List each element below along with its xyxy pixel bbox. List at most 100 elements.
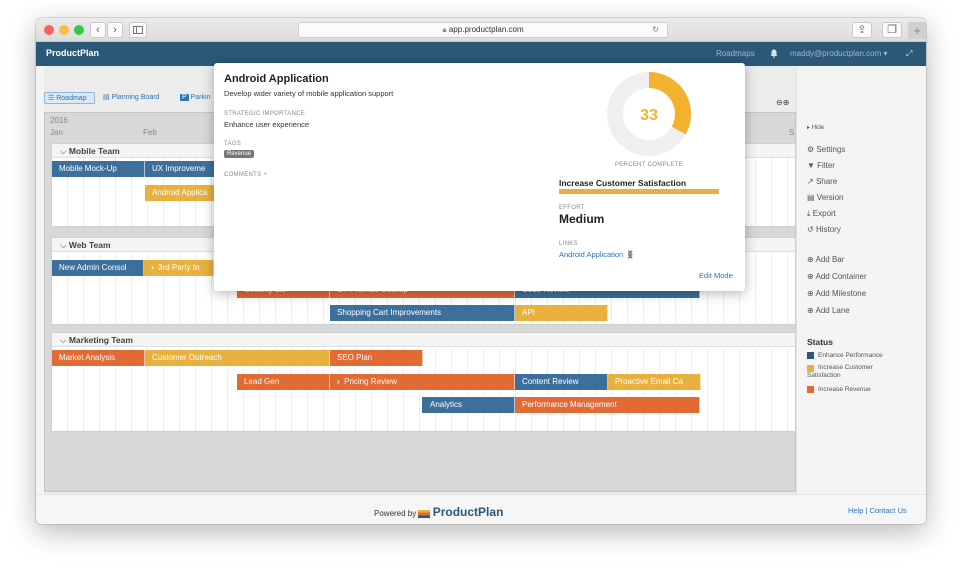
bar-ux-improvements[interactable]: UX Improveme: [145, 161, 215, 177]
version-label: Version: [816, 193, 844, 202]
add-lane-button[interactable]: ⊕ Add Lane: [807, 306, 850, 315]
legend-label: Increase Customer Satisfaction: [807, 364, 873, 379]
reload-icon[interactable]: ↻: [652, 23, 659, 37]
chevron-down-icon: ⌵: [60, 335, 67, 345]
productplan-logo-icon: [418, 509, 431, 518]
lane-header[interactable]: ⌵ Marketing Team: [52, 333, 795, 347]
android-application-link[interactable]: Android Application 🧬︎: [559, 250, 635, 259]
tab-planning-board[interactable]: ▤ Planning Board: [100, 92, 174, 104]
zoom-controls[interactable]: ⊖⊕: [776, 98, 789, 107]
share-icon: ⇪: [857, 24, 867, 36]
jira-icon: 🧬︎: [625, 250, 635, 259]
add-bar-label: Add Bar: [815, 255, 845, 264]
roadmaps-link[interactable]: Roadmaps: [716, 49, 755, 58]
plus-circle-icon: ⊕: [807, 289, 814, 298]
strategic-importance-value: Enhance user experience: [224, 120, 310, 129]
bar-new-admin-console[interactable]: New Admin Consol: [52, 260, 144, 276]
export-button[interactable]: ⤓ Export: [807, 209, 836, 219]
month-label: S: [789, 128, 795, 137]
month-label: Jan: [50, 128, 63, 137]
gear-icon: ⚙: [807, 145, 815, 154]
hide-label: Hide: [811, 125, 825, 131]
address-bar[interactable]: 🔒︎ app.productplan.com ↻: [298, 22, 668, 38]
legend-swatch: [807, 352, 814, 359]
popup-description: Develop wider variety of mobile applicat…: [224, 89, 394, 98]
parking-icon: P: [180, 94, 189, 101]
tabs-button[interactable]: ❐: [882, 22, 902, 38]
zoom-in-icon[interactable]: ⊕: [783, 98, 790, 107]
bar-3rd-party-integrations[interactable]: › 3rd Party In: [144, 260, 214, 276]
bar-seo-plan[interactable]: SEO Plan: [330, 350, 423, 366]
bar-market-analysis[interactable]: Market Analysis: [52, 350, 145, 366]
tab-parking-lot[interactable]: P Parkin: [177, 92, 215, 104]
bar-shopping-cart-improvements[interactable]: Shopping Cart Improvements: [330, 305, 515, 321]
share-icon: ↗: [807, 177, 814, 186]
comments-label[interactable]: COMMENTS +: [224, 172, 267, 178]
bar-proactive-email-campaign[interactable]: Proactive Email Ca: [608, 374, 701, 390]
tab-planning-label: Planning Board: [111, 94, 160, 101]
footer-brand[interactable]: ProductPlan: [433, 505, 504, 519]
bar-customer-outreach[interactable]: Customer Outreach: [145, 350, 330, 366]
add-milestone-button[interactable]: ⊕ Add Milestone: [807, 289, 866, 298]
edit-mode-button[interactable]: Edit Mode: [699, 271, 733, 280]
percent-complete-label: PERCENT COMPLETE: [614, 162, 684, 168]
bar-mobile-mockup[interactable]: Mobile Mock-Up: [52, 161, 145, 177]
bar-performance-management[interactable]: Performance Management: [515, 397, 700, 413]
back-button[interactable]: ‹: [90, 22, 106, 38]
add-container-label: Add Container: [815, 272, 867, 281]
status-legend-title: Status: [807, 337, 833, 347]
history-button[interactable]: ↺ History: [807, 225, 841, 234]
minimize-window-button[interactable]: [59, 25, 69, 35]
bar-pricing-review[interactable]: › Pricing Review: [330, 374, 515, 390]
chevron-right-icon: ›: [151, 263, 154, 272]
download-icon: ⤓: [807, 209, 811, 218]
percent-complete-donut: 33: [607, 72, 691, 156]
forward-button[interactable]: ›: [107, 22, 123, 38]
app-brand[interactable]: ProductPlan: [46, 48, 99, 58]
add-bar-button[interactable]: ⊕ Add Bar: [807, 255, 844, 264]
add-lane-label: Add Lane: [815, 306, 850, 315]
help-contact-links[interactable]: Help | Contact Us: [848, 506, 907, 515]
share-button[interactable]: ⇪: [852, 22, 872, 38]
bell-icon[interactable]: [770, 49, 778, 60]
new-tab-button[interactable]: +: [908, 22, 926, 39]
chevron-right-icon: ›: [113, 24, 117, 36]
hide-sidebar-button[interactable]: ▸ Hide: [807, 124, 824, 131]
bar-api[interactable]: API: [515, 305, 608, 321]
plus-circle-icon: ⊕: [807, 255, 814, 264]
powered-by-text: Powered by: [374, 509, 417, 518]
lane-marketing-team[interactable]: ⌵ Marketing Team Market Analysis Custome…: [51, 332, 796, 432]
filter-button[interactable]: ▼ Filter: [807, 161, 835, 170]
bar-android-application[interactable]: Android Applica: [145, 185, 215, 201]
link-text: Android Application: [559, 250, 624, 259]
settings-button[interactable]: ⚙ Settings: [807, 145, 845, 154]
chevron-left-icon: ‹: [96, 24, 100, 36]
expand-icon[interactable]: ⤢: [906, 49, 912, 59]
percent-value: 33: [640, 107, 658, 124]
bar-label: 3rd Party In: [158, 263, 200, 272]
browser-titlebar: ‹ › 🔒︎ app.productplan.com ↻ ⇪ ❐ +: [36, 18, 926, 42]
legend-item: Increase Revenue: [807, 386, 871, 393]
tag-badge[interactable]: Revenue: [224, 150, 255, 158]
version-icon: ▤: [807, 193, 815, 202]
bar-lead-gen[interactable]: Lead Gen: [237, 374, 330, 390]
close-window-button[interactable]: [44, 25, 54, 35]
share-label: Share: [815, 177, 838, 186]
tab-roadmap[interactable]: ☰ Roadmap: [44, 92, 95, 104]
share-roadmap-button[interactable]: ↗ Share: [807, 177, 837, 186]
tab-parking-label: Parkin: [190, 94, 211, 101]
zoom-out-icon[interactable]: ⊖: [776, 98, 783, 107]
bar-analytics[interactable]: Analytics: [422, 397, 515, 413]
lane-title: Marketing Team: [68, 335, 133, 345]
bar-content-review[interactable]: Content Review: [515, 374, 608, 390]
user-menu[interactable]: maddy@productplan.com ▾: [790, 49, 888, 58]
sidebar-icon: [133, 26, 143, 34]
zoom-window-button[interactable]: [74, 25, 84, 35]
tags-label: TAGS: [224, 141, 242, 147]
version-button[interactable]: ▤ Version: [807, 193, 843, 202]
chevron-right-icon: ›: [337, 377, 340, 386]
sidebar-toggle-button[interactable]: [129, 22, 147, 38]
add-container-button[interactable]: ⊕ Add Container: [807, 272, 867, 281]
effort-label: EFFORT: [559, 205, 585, 211]
legend-item: Increase Customer Satisfaction: [807, 364, 907, 380]
